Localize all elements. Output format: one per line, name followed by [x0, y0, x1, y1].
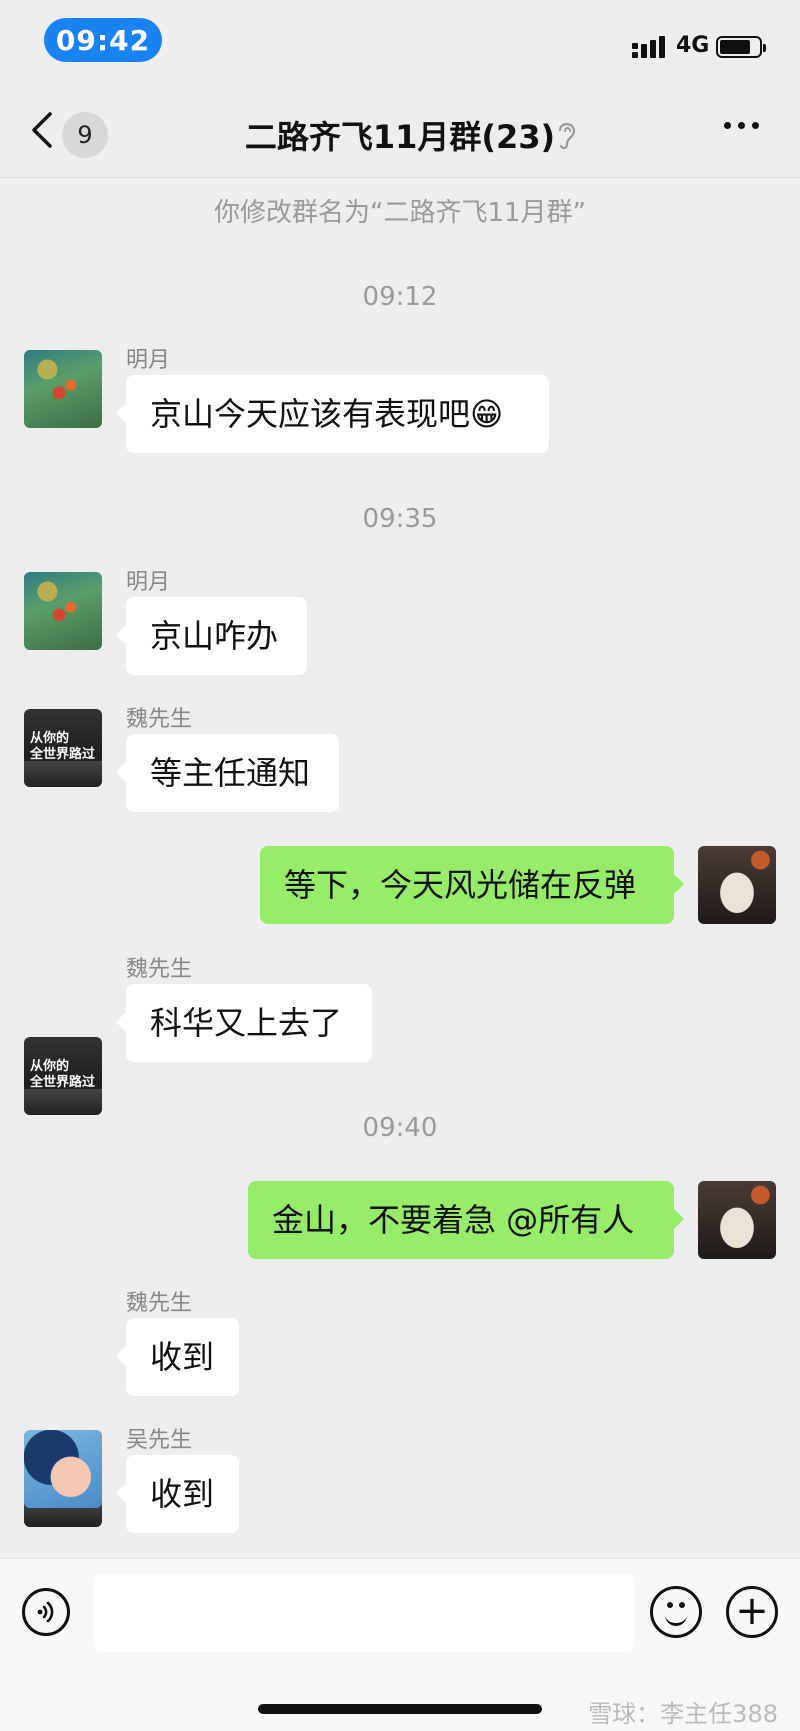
sender-name: 明月 [126, 348, 171, 373]
avatar-mingyue[interactable] [24, 572, 102, 650]
back-arrow-icon[interactable] [24, 106, 64, 154]
sender-name: 魏先生 [126, 1291, 193, 1316]
message-bubble-outgoing[interactable]: 金山，不要着急 @所有人 [248, 1181, 684, 1259]
avatar-self[interactable] [698, 1181, 776, 1259]
message-bubble[interactable]: 科华又上去了 [116, 984, 372, 1062]
message-bubble[interactable]: 京山咋办 [116, 597, 307, 675]
timestamp: 09:40 [362, 1113, 438, 1143]
watermark: 雪球：李主任388 [588, 1700, 778, 1728]
message-bubble[interactable]: 等主任通知 [116, 734, 339, 812]
voice-icon [37, 1601, 54, 1623]
more-options-icon[interactable] [724, 122, 759, 129]
network-type: 4G [676, 33, 710, 58]
message-text: 科华又上去了 [150, 1004, 343, 1042]
message-bubble[interactable]: 京山今天应该有表现吧😁 [116, 375, 549, 453]
message-text: 等下，今天风光储在反弹 [284, 866, 637, 904]
avatar-wei[interactable]: 从你的 全世界路过 [24, 1037, 102, 1115]
message-text: 金山，不要着急 @所有人 [272, 1201, 635, 1239]
status-time: 09:42 [55, 23, 151, 57]
message-text: 等主任通知 [150, 754, 311, 792]
sender-name: 魏先生 [126, 707, 193, 732]
more-functions-button[interactable]: + [726, 1586, 778, 1638]
battery-icon [716, 36, 766, 58]
unread-count-badge[interactable]: 9 [62, 112, 108, 158]
status-time-pill: 09:42 [44, 18, 162, 62]
message-text: 京山今天应该有表现吧 [150, 395, 471, 433]
message-input[interactable] [94, 1574, 634, 1652]
message-text: 京山咋办 [150, 617, 279, 655]
timestamp: 09:12 [362, 282, 438, 312]
sender-name: 吴先生 [126, 1428, 193, 1453]
voice-input-button[interactable] [22, 1588, 70, 1636]
grin-emoji-icon: 😁 [470, 395, 504, 433]
emoji-button[interactable] [650, 1586, 702, 1638]
sender-name: 魏先生 [126, 957, 193, 982]
avatar-text: 全世界路过 [30, 1075, 96, 1090]
signal-icon [632, 36, 665, 58]
system-notice: 你修改群名为“二路齐飞11月群” [213, 198, 587, 228]
message-bubble[interactable]: 收到 [116, 1455, 239, 1533]
avatar-self[interactable] [698, 846, 776, 924]
avatar-mingyue[interactable] [24, 350, 102, 428]
sender-name: 明月 [126, 570, 171, 595]
message-bubble[interactable]: 收到 [116, 1318, 239, 1396]
ear-icon [558, 123, 576, 150]
avatar-wei[interactable]: 从你的 全世界路过 [24, 709, 102, 787]
timestamp: 09:35 [362, 504, 438, 534]
avatar-wu[interactable] [24, 1430, 102, 1508]
home-indicator[interactable] [258, 1704, 542, 1714]
avatar-text: 全世界路过 [30, 747, 96, 762]
message-text: 收到 [150, 1475, 215, 1513]
message-text: 收到 [150, 1338, 215, 1376]
message-bubble-outgoing[interactable]: 等下，今天风光储在反弹 [260, 846, 684, 924]
